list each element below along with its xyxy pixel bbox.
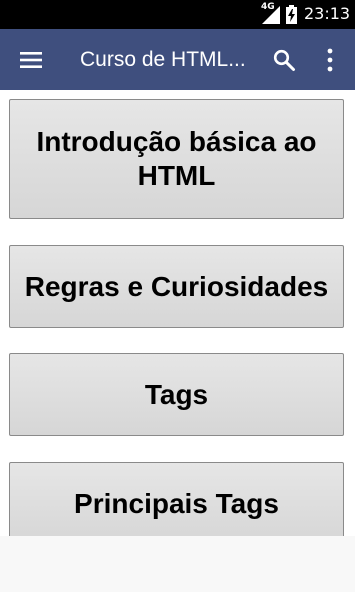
bottom-blank-area xyxy=(0,536,355,592)
menu-icon[interactable] xyxy=(18,48,44,72)
topic-button-principais-tags[interactable]: Principais Tags xyxy=(9,462,344,536)
topic-button-regras[interactable]: Regras e Curiosidades xyxy=(9,245,344,328)
app-title: Curso de HTML... xyxy=(80,48,246,71)
more-vertical-icon[interactable] xyxy=(322,47,338,73)
status-bar: 4G 23:13 xyxy=(0,0,355,29)
topic-list: Introdução básica ao HTML Regras e Curio… xyxy=(0,90,355,536)
topic-button-tags[interactable]: Tags xyxy=(9,353,344,436)
topic-button-introducao[interactable]: Introdução básica ao HTML xyxy=(9,99,344,219)
app-bar: Curso de HTML... xyxy=(0,29,355,90)
battery-charging-icon xyxy=(286,5,297,24)
search-icon[interactable] xyxy=(272,48,296,72)
signal-icon xyxy=(262,6,280,24)
status-time: 23:13 xyxy=(304,4,351,23)
